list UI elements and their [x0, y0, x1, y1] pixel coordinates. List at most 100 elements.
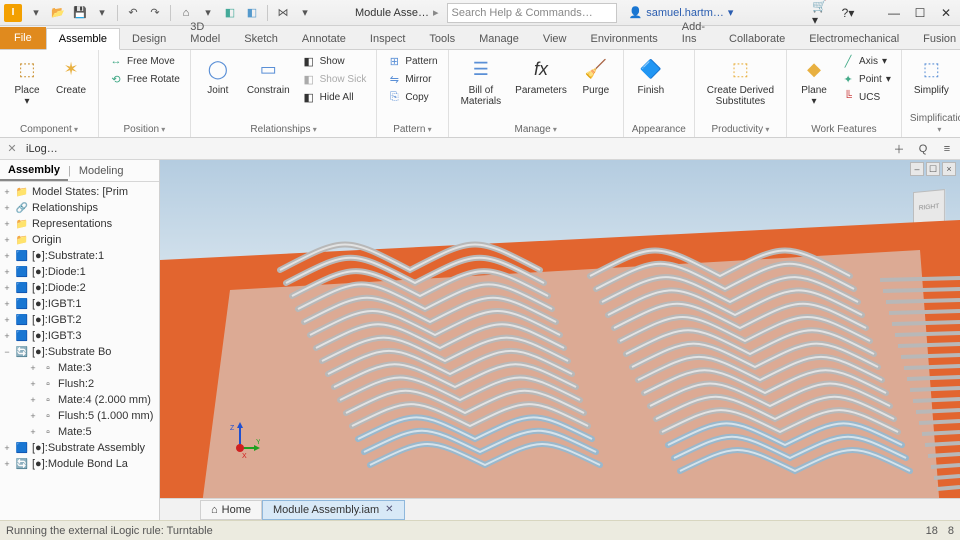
close-panel-icon[interactable]: ✕: [4, 141, 20, 157]
tree-node[interactable]: +🟦[●]:IGBT:3: [0, 328, 159, 344]
tab-assemble[interactable]: Assemble: [46, 28, 120, 50]
constrain-button[interactable]: ▭Constrain: [243, 53, 294, 98]
hide-all-button[interactable]: ◧Hide All: [300, 89, 369, 105]
panel-workfeatures: ◆Plane▾ ╱Axis ▾ ✦Point ▾ ╚UCS Work Featu…: [787, 50, 902, 137]
viewport[interactable]: – ☐ × RIGHT ⌂ ✋ ± ⟳ 👁: [160, 160, 960, 520]
pan-icon[interactable]: ✋: [932, 284, 954, 306]
tree-node[interactable]: +🟦[●]:IGBT:2: [0, 312, 159, 328]
panel-productivity: ⬚Create Derived Substitutes Productivity: [695, 50, 787, 137]
browser-tab-modeling[interactable]: Modeling: [71, 162, 132, 180]
tree-node[interactable]: +▫Mate:4 (2.000 mm): [0, 392, 159, 408]
parameters-button[interactable]: fxParameters: [511, 53, 571, 98]
tree-node[interactable]: +▫Mate:5: [0, 424, 159, 440]
plane-button[interactable]: ◆Plane▾: [795, 53, 833, 109]
add-icon[interactable]: ＋: [890, 140, 908, 158]
free-move-button[interactable]: ↔Free Move: [107, 53, 182, 69]
home-view-icon[interactable]: ⌂: [932, 260, 954, 282]
tab-view[interactable]: View: [531, 29, 579, 49]
finish-button[interactable]: 🔷Finish: [632, 53, 670, 98]
vp-maximize-icon[interactable]: ☐: [926, 162, 940, 176]
tree-node[interactable]: +🟦[●]:Diode:2: [0, 280, 159, 296]
doc-tabs: ⌂Home Module Assembly.iam✕: [160, 498, 960, 520]
pattern-button[interactable]: ⊞Pattern: [385, 53, 439, 69]
tree-node[interactable]: +▫Mate:3: [0, 360, 159, 376]
save-dropdown-icon[interactable]: ▾: [92, 3, 112, 23]
panel-pattern: ⊞Pattern ⇋Mirror ⎘Copy Pattern: [377, 50, 448, 137]
tab-3dmodel[interactable]: 3D Model: [178, 17, 232, 49]
copy-button[interactable]: ⎘Copy: [385, 89, 439, 105]
save-icon[interactable]: 💾: [70, 3, 90, 23]
cart-icon[interactable]: 🛒▾: [812, 5, 832, 21]
tree-node[interactable]: +📁Model States: [Prim: [0, 184, 159, 200]
status-message: Running the external iLogic rule: Turnta…: [6, 525, 213, 537]
tab-collaborate[interactable]: Collaborate: [717, 29, 797, 49]
create-derived-button[interactable]: ⬚Create Derived Substitutes: [703, 53, 778, 109]
tree-node[interactable]: +🟦[●]:IGBT:1: [0, 296, 159, 312]
purge-button[interactable]: 🧹Purge: [577, 53, 615, 98]
browser-tab-assembly[interactable]: Assembly: [0, 161, 68, 181]
vp-minimize-icon[interactable]: –: [910, 162, 924, 176]
tree-node[interactable]: −🔄[●]:Substrate Bo: [0, 344, 159, 360]
minimize-button[interactable]: —: [884, 5, 904, 21]
close-button[interactable]: ✕: [936, 5, 956, 21]
point-button[interactable]: ✦Point ▾: [839, 71, 893, 87]
tab-inspect[interactable]: Inspect: [358, 29, 417, 49]
look-icon[interactable]: 👁: [932, 356, 954, 378]
tree-node[interactable]: +🟦[●]:Diode:1: [0, 264, 159, 280]
tree-node[interactable]: +▫Flush:2: [0, 376, 159, 392]
undo-icon[interactable]: ↶: [123, 3, 143, 23]
ribbon-tabs: File Assemble Design 3D Model Sketch Ann…: [0, 26, 960, 50]
tree-node[interactable]: +🔄[●]:Module Bond La: [0, 456, 159, 472]
menu-icon[interactable]: ≡: [938, 140, 956, 158]
show-sick-button[interactable]: ◧Show Sick: [300, 71, 369, 87]
maximize-button[interactable]: ☐: [910, 5, 930, 21]
doc-tab-home[interactable]: ⌂Home: [200, 500, 262, 520]
orbit-icon[interactable]: ⟳: [932, 332, 954, 354]
tab-design[interactable]: Design: [120, 29, 178, 49]
joint-button[interactable]: ◯Joint: [199, 53, 237, 98]
tree-node[interactable]: +🟦[●]:Substrate:1: [0, 248, 159, 264]
tab-electromechanical[interactable]: Electromechanical: [797, 29, 911, 49]
tree-node[interactable]: +📁Origin: [0, 232, 159, 248]
svg-text:X: X: [242, 453, 247, 460]
model-tree[interactable]: +📁Model States: [Prim+🔗Relationships+📁Re…: [0, 182, 159, 520]
panel-component: ⬚Place▾ ✶Create Component: [0, 50, 99, 137]
axis-button[interactable]: ╱Axis ▾: [839, 53, 893, 69]
bom-button[interactable]: ☰Bill of Materials: [457, 53, 506, 109]
tab-annotate[interactable]: Annotate: [290, 29, 358, 49]
help-icon[interactable]: ?▾: [838, 5, 858, 21]
overflow-icon[interactable]: ▾: [295, 3, 315, 23]
new-icon[interactable]: ▾: [26, 3, 46, 23]
status-count-1: 18: [926, 525, 938, 537]
tree-node[interactable]: +📁Representations: [0, 216, 159, 232]
tree-node[interactable]: +🔗Relationships: [0, 200, 159, 216]
simplify-button[interactable]: ⬚Simplify: [910, 53, 953, 98]
tab-sketch[interactable]: Sketch: [232, 29, 290, 49]
place-button[interactable]: ⬚Place▾: [8, 53, 46, 109]
material-icon[interactable]: ◧: [242, 3, 262, 23]
tree-node[interactable]: +▫Flush:5 (1.000 mm): [0, 408, 159, 424]
search-input[interactable]: Search Help & Commands…: [447, 3, 617, 23]
tab-environments[interactable]: Environments: [579, 29, 670, 49]
share-icon[interactable]: ⋈: [273, 3, 293, 23]
view-cube[interactable]: RIGHT: [913, 189, 945, 225]
ribbon: ⬚Place▾ ✶Create Component ↔Free Move ⟲Fr…: [0, 50, 960, 138]
close-doc-icon[interactable]: ✕: [385, 504, 393, 515]
tab-fusion[interactable]: Fusion: [911, 29, 960, 49]
open-icon[interactable]: 📂: [48, 3, 68, 23]
tab-manage[interactable]: Manage: [467, 29, 531, 49]
search-icon[interactable]: Q: [914, 140, 932, 158]
tree-node[interactable]: +🟦[●]:Substrate Assembly: [0, 440, 159, 456]
ucs-button[interactable]: ╚UCS: [839, 89, 893, 105]
tab-file[interactable]: File: [0, 27, 46, 49]
zoom-icon[interactable]: ±: [932, 308, 954, 330]
create-button[interactable]: ✶Create: [52, 53, 90, 98]
redo-icon[interactable]: ↷: [145, 3, 165, 23]
vp-close-icon[interactable]: ×: [942, 162, 956, 176]
show-button[interactable]: ◧Show: [300, 53, 369, 69]
tab-tools[interactable]: Tools: [417, 29, 467, 49]
mirror-button[interactable]: ⇋Mirror: [385, 71, 439, 87]
free-rotate-button[interactable]: ⟲Free Rotate: [107, 71, 182, 87]
doc-tab-active[interactable]: Module Assembly.iam✕: [262, 500, 405, 520]
tab-addins[interactable]: Add-Ins: [670, 17, 717, 49]
